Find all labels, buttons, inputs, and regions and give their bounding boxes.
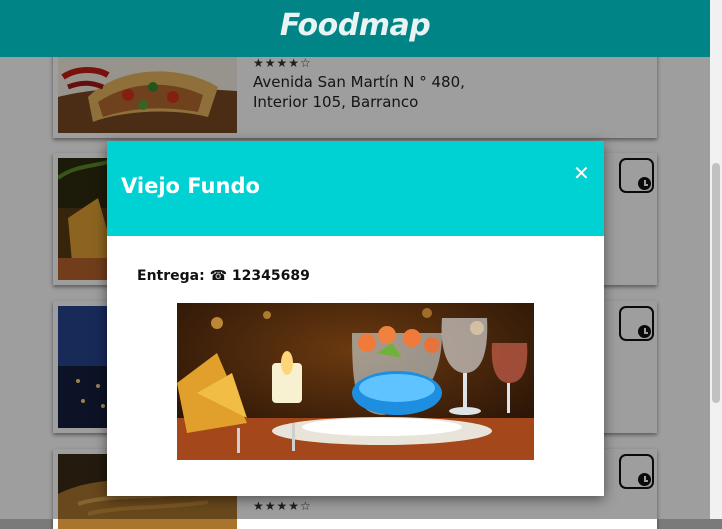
restaurant-image <box>177 303 534 460</box>
delivery-label: Entrega: <box>137 268 205 284</box>
restaurant-modal: Viejo Fundo ✕ Entrega: ☎ 12345689 <box>107 141 604 496</box>
phone-number[interactable]: 12345689 <box>232 268 310 284</box>
delivery-info: Entrega: ☎ 12345689 <box>137 268 310 284</box>
modal-title: Viejo Fundo <box>121 174 260 198</box>
modal-header: Viejo Fundo ✕ <box>107 141 604 236</box>
scrollbar-thumb[interactable] <box>712 163 720 403</box>
brand-logo[interactable]: Foodmap <box>0 8 710 43</box>
app-header: Foodmap <box>0 0 710 57</box>
close-icon[interactable]: ✕ <box>573 163 590 183</box>
phone-icon: ☎ <box>209 268 228 284</box>
